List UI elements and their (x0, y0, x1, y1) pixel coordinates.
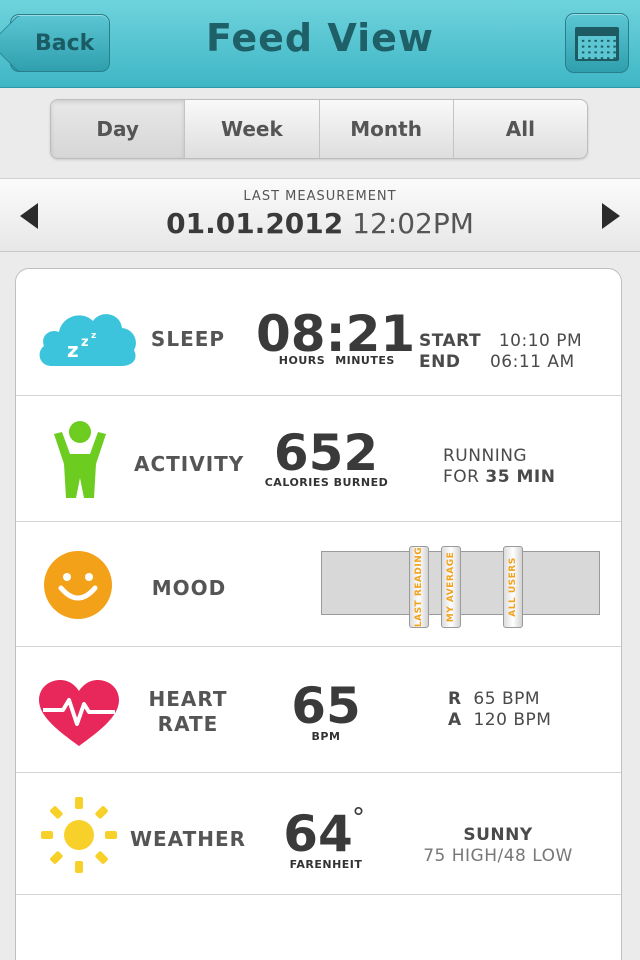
sleep-end-value: 06:11 AM (489, 352, 575, 372)
feed-card: z z z SLEEP 08:21 HOURS MINUTES START 10… (15, 268, 622, 960)
measurement-date: 01.01.2012 (166, 207, 344, 240)
heart-pulse-icon (39, 680, 119, 746)
calendar-icon (575, 27, 619, 61)
weather-row[interactable]: WEATHER 64 ° FARENHEIT SUNNY 75 HIGH/48 … (16, 773, 621, 895)
sleep-minutes-unit: MINUTES (335, 354, 395, 367)
page-title: Feed View (205, 16, 435, 60)
activity-duration: FOR 35 MIN (443, 467, 555, 487)
calories-value: 652 (273, 424, 379, 482)
weather-range: 75 HIGH/48 LOW (423, 846, 573, 866)
sun-icon (41, 797, 117, 873)
sleep-label: SLEEP (150, 327, 226, 351)
next-arrow-icon[interactable] (602, 203, 620, 229)
mood-marker-label: ALL USERS (508, 557, 518, 617)
svg-text:z: z (67, 338, 79, 362)
weather-label: WEATHER (129, 827, 247, 851)
heart-rate-resting: R 65 BPM (448, 689, 540, 709)
sleep-row[interactable]: z z z SLEEP 08:21 HOURS MINUTES START 10… (16, 269, 621, 396)
mood-marker-last-reading[interactable]: LAST READING (409, 546, 429, 628)
heart-rate-label-line2: RATE (157, 712, 219, 736)
tab-month[interactable]: Month (318, 100, 453, 158)
temperature-unit: FARENHEIT (289, 858, 363, 871)
heart-rate-unit: BPM (311, 730, 341, 743)
sleep-start: START 10:10 PM (419, 331, 582, 351)
activity-type: RUNNING (443, 446, 528, 466)
activity-duration-prefix: FOR (443, 467, 480, 487)
mood-marker-label: LAST READING (414, 546, 424, 628)
mood-label: MOOD (151, 576, 227, 600)
measurement-time: 12:02PM (352, 207, 474, 240)
tab-day[interactable]: Day (51, 100, 185, 158)
mood-marker-all-users[interactable]: ALL USERS (503, 546, 523, 628)
sleep-start-label: START (419, 331, 482, 351)
svg-text:z: z (81, 335, 89, 350)
mood-row[interactable]: MOOD LAST READING MY AVERAGE ALL USERS (16, 522, 621, 647)
tab-all[interactable]: All (452, 100, 587, 158)
heart-rate-label-line1: HEART (148, 687, 228, 711)
heart-rate-active-value: 120 BPM (473, 710, 552, 730)
svg-text:z: z (91, 331, 96, 341)
header-bar: Back Feed View (0, 0, 640, 88)
heart-rate-active: A 120 BPM (448, 710, 551, 730)
calories-unit: CALORIES BURNED (264, 476, 389, 489)
degree-symbol: ° (352, 803, 365, 833)
heart-rate-active-label: A (448, 710, 462, 730)
sleep-end-label: END (419, 352, 461, 372)
period-tabs: Day Week Month All (50, 99, 588, 159)
sleep-hours-unit: HOURS (278, 354, 326, 367)
tab-week[interactable]: Week (184, 100, 318, 158)
smiley-icon (44, 551, 112, 619)
weather-condition: SUNNY (463, 825, 533, 845)
heart-rate-row[interactable]: HEART RATE 65 BPM R 65 BPM A 120 BPM (16, 647, 621, 773)
person-icon (54, 421, 106, 498)
temperature-value: 64 (283, 805, 353, 863)
heart-rate-value: 65 (291, 677, 361, 735)
mood-marker-my-average[interactable]: MY AVERAGE (441, 546, 461, 628)
sleep-start-value: 10:10 PM (498, 331, 583, 351)
activity-row[interactable]: ACTIVITY 652 CALORIES BURNED RUNNING FOR… (16, 396, 621, 522)
measurement-datetime: 01.01.2012 12:02PM (0, 207, 640, 240)
heart-rate-resting-value: 65 BPM (473, 689, 541, 709)
calendar-button[interactable] (565, 13, 629, 73)
mood-marker-label: MY AVERAGE (446, 551, 456, 623)
measurement-label: LAST MEASUREMENT (243, 189, 397, 204)
measurement-bar: LAST MEASUREMENT 01.01.2012 12:02PM (0, 178, 640, 252)
cloud-sleep-icon: z z z (39, 314, 136, 366)
activity-duration-value: 35 MIN (485, 467, 556, 487)
heart-rate-resting-label: R (448, 689, 462, 709)
sleep-end: END 06:11 AM (419, 352, 575, 372)
activity-label: ACTIVITY (134, 452, 245, 476)
